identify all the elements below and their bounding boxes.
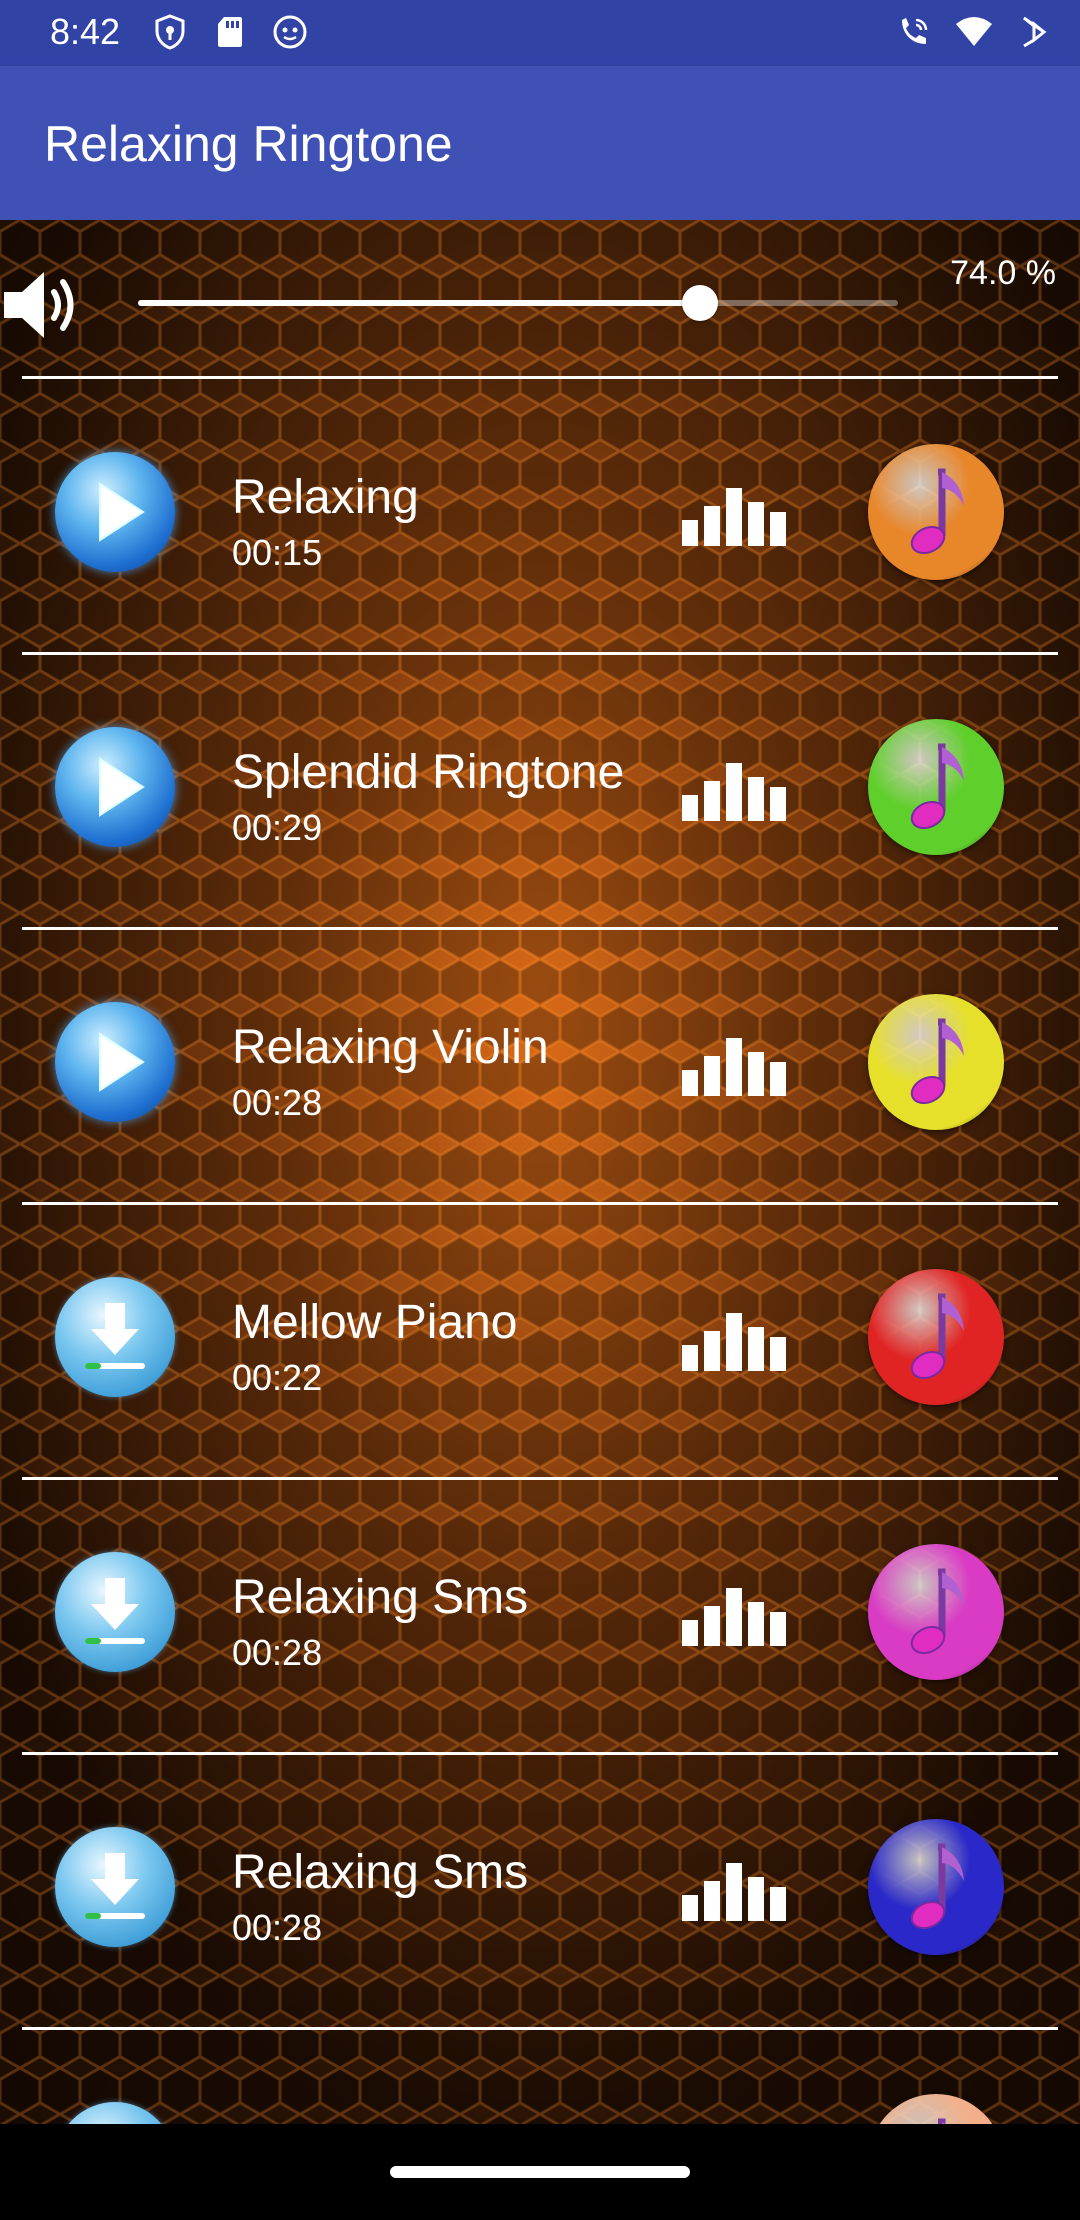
download-icon: [85, 1853, 145, 1919]
set-ringtone-button[interactable]: [868, 1819, 1004, 1955]
ringtone-duration: 00:22: [232, 1357, 323, 1398]
set-ringtone-button[interactable]: [868, 1544, 1004, 1680]
sd-card-icon: [210, 12, 250, 52]
download-button[interactable]: [55, 1552, 175, 1672]
signal-icon: [1014, 12, 1054, 52]
volume-slider-thumb[interactable]: [682, 285, 719, 321]
ringtone-list-area[interactable]: 74.0 % Relaxing 00:15 Splendid Ringtone 00:…: [0, 220, 1080, 2124]
download-button[interactable]: [55, 2102, 175, 2124]
equalizer-icon: [680, 1859, 790, 1923]
volume-slider-fill: [138, 300, 701, 306]
cat-face-icon: [270, 12, 310, 52]
home-gesture-handle[interactable]: [390, 2166, 690, 2178]
equalizer-icon: [680, 759, 790, 823]
music-note-icon: [910, 1568, 964, 1655]
ringtone-row[interactable]: Relaxing Sms 00:28: [0, 1480, 1080, 1752]
ringtone-row[interactable]: Splendid Ringtone 00:29: [0, 655, 1080, 927]
download-icon: [85, 1303, 145, 1369]
download-button[interactable]: [55, 1277, 175, 1397]
page-title: Relaxing Ringtone: [44, 116, 453, 172]
divider: [22, 376, 1058, 379]
app-bar: Relaxing Ringtone: [0, 66, 1080, 220]
download-icon: [55, 2102, 175, 2124]
music-note-icon: [910, 1293, 964, 1380]
ringtone-title: Relaxing Sms: [232, 1571, 529, 1624]
ringtone-duration: 00:28: [232, 1907, 323, 1948]
set-ringtone-button[interactable]: [868, 1269, 1004, 1405]
ringtone-row[interactable]: Relaxing Violin 00:28: [0, 930, 1080, 1202]
play-icon: [99, 482, 145, 542]
ringtone-row[interactable]: Mellow Piano 00:22: [0, 1205, 1080, 1477]
status-bar: 8:42: [0, 0, 1080, 66]
music-note-icon: [938, 2118, 946, 2124]
download-icon: [85, 1578, 145, 1644]
ringtone-title: Relaxing Sms: [232, 1846, 529, 1899]
ringtone-title: Mellow Piano: [232, 1296, 518, 1349]
volume-slider[interactable]: [138, 285, 898, 321]
set-ringtone-button[interactable]: [868, 444, 1004, 580]
play-icon: [99, 1032, 145, 1092]
wifi-call-icon: [894, 12, 934, 52]
music-note-icon: [910, 468, 964, 555]
navigation-bar: [0, 2124, 1080, 2220]
ringtone-row[interactable]: Long Relaxing Ringtone00:30: [0, 2030, 1080, 2124]
ringtone-duration: 00:15: [232, 532, 323, 573]
ringtone-row[interactable]: Relaxing Sms 00:28: [0, 1755, 1080, 2027]
ringtone-title: Splendid Ringtone: [232, 746, 625, 799]
wifi-icon: [954, 12, 994, 52]
volume-percent: 74.0 %: [950, 254, 1056, 292]
download-button[interactable]: [55, 1827, 175, 1947]
music-note-icon: [910, 743, 964, 830]
ringtone-row[interactable]: Relaxing 00:15: [0, 380, 1080, 652]
volume-control: 74.0 %: [0, 220, 1080, 380]
equalizer-icon: [680, 484, 790, 548]
play-button[interactable]: [55, 452, 175, 572]
ringtone-title: Relaxing: [232, 471, 419, 524]
speaker-volume-icon[interactable]: [0, 260, 86, 350]
shield-icon: [150, 12, 190, 52]
music-note-icon: [910, 1018, 964, 1105]
status-time: 8:42: [50, 11, 121, 52]
play-button[interactable]: [55, 727, 175, 847]
set-ringtone-button[interactable]: [868, 719, 1004, 855]
play-icon: [99, 757, 145, 817]
play-button[interactable]: [55, 1002, 175, 1122]
set-ringtone-button[interactable]: [868, 994, 1004, 1130]
equalizer-icon: [680, 1034, 790, 1098]
music-note-icon: [910, 1843, 964, 1930]
ringtone-duration: 00:28: [232, 1632, 323, 1673]
equalizer-icon: [680, 1309, 790, 1373]
set-ringtone-button[interactable]: [868, 2094, 1004, 2124]
ringtone-title: Relaxing Violin: [232, 1021, 549, 1074]
ringtone-duration: 00:29: [232, 807, 323, 848]
equalizer-icon: [680, 1584, 790, 1648]
ringtone-duration: 00:28: [232, 1082, 323, 1123]
